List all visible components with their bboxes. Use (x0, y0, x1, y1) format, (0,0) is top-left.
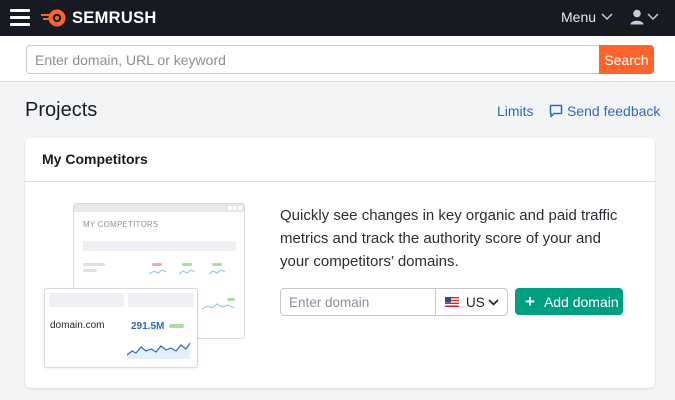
card-title: My Competitors (25, 138, 655, 182)
user-menu[interactable] (630, 9, 659, 25)
country-select[interactable]: US (435, 288, 508, 316)
brand-name: SEMRUSH (72, 8, 157, 27)
semrush-logo-icon (41, 9, 66, 27)
plus-icon: + (525, 292, 535, 311)
menu-dropdown[interactable]: Menu (561, 9, 613, 25)
chevron-down-icon (601, 13, 613, 21)
illustration-title: MY COMPETITORS (83, 220, 159, 229)
send-feedback-link[interactable]: Send feedback (549, 103, 660, 119)
add-domain-button[interactable]: + Add domain (515, 288, 623, 315)
card-description: Quickly see changes in key organic and p… (280, 207, 618, 270)
illustration-window-bar (74, 204, 244, 212)
illustration-traffic-value: 291.5M (131, 321, 165, 332)
search-button[interactable]: Search (599, 45, 654, 74)
add-domain-label: Add domain (543, 293, 619, 310)
search-bar-section: Search (0, 36, 675, 82)
domain-preview-card: domain.com 291.5M (44, 288, 198, 368)
feedback-icon (549, 104, 563, 118)
limits-link[interactable]: Limits (497, 103, 534, 119)
competitors-illustration: MY COMPETITORS domain.com 291.5M (44, 203, 245, 369)
country-code: US (466, 294, 485, 310)
menu-label: Menu (561, 9, 597, 25)
chevron-down-icon (488, 299, 499, 306)
domain-input[interactable] (280, 288, 436, 316)
user-icon (630, 9, 644, 25)
send-feedback-label: Send feedback (567, 103, 661, 119)
chevron-down-icon (647, 13, 659, 21)
semrush-logo[interactable]: SEMRUSH (40, 7, 157, 29)
traffic-sparkline (127, 342, 191, 359)
us-flag-icon (445, 297, 459, 307)
illustration-domain: domain.com (50, 320, 105, 331)
top-navigation-bar: SEMRUSH Menu (0, 0, 675, 36)
search-input[interactable] (26, 45, 600, 74)
page-title: Projects (25, 99, 98, 121)
hamburger-menu-icon[interactable] (10, 7, 30, 27)
my-competitors-card: My Competitors MY COMPETITORS domain.com… (25, 138, 655, 388)
